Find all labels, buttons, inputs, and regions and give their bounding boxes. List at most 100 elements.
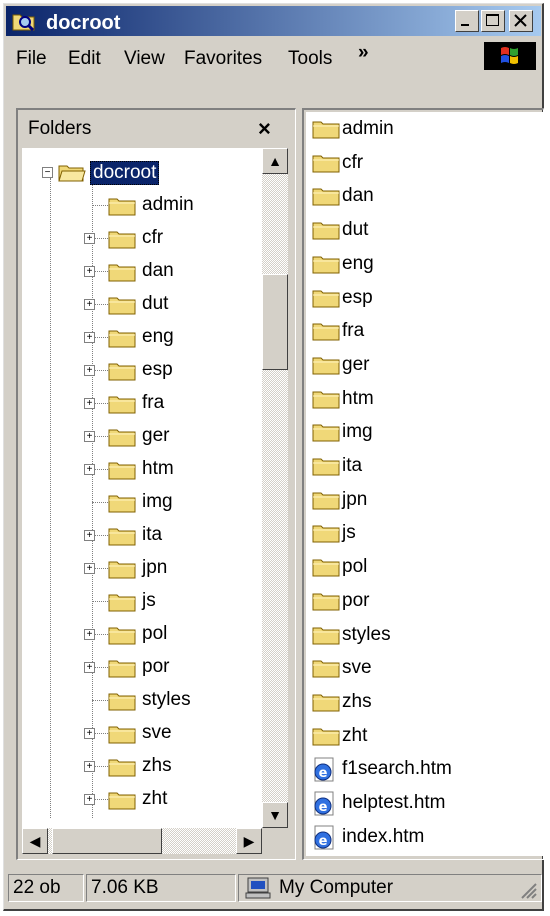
list-item-label: fra xyxy=(342,320,365,342)
folder-icon xyxy=(108,689,136,711)
windows-logo-icon xyxy=(484,42,536,70)
svg-text:e: e xyxy=(319,834,328,849)
folder-icon xyxy=(312,117,340,139)
svg-text:e: e xyxy=(319,800,328,815)
folder-icon xyxy=(312,286,340,308)
folder-icon xyxy=(312,656,340,678)
folder-icon xyxy=(108,293,136,315)
tree-item-pol[interactable]: pol xyxy=(142,623,167,645)
tree-item-js[interactable]: js xyxy=(142,590,156,612)
folder-icon xyxy=(108,557,136,579)
folder-icon xyxy=(108,194,136,216)
tree-item-htm[interactable]: htm xyxy=(142,458,174,480)
folder-icon xyxy=(108,590,136,612)
status-object-count: 22 ob xyxy=(8,874,84,902)
list-item-label: pol xyxy=(342,556,368,578)
tree-item-img[interactable]: img xyxy=(142,491,173,513)
expand-toggle[interactable]: + xyxy=(84,530,95,541)
list-item-label: cfr xyxy=(342,151,364,173)
scroll-right-icon[interactable]: ▶ xyxy=(236,828,262,854)
expand-toggle[interactable]: + xyxy=(84,299,95,310)
expand-toggle[interactable]: + xyxy=(84,332,95,343)
title-bar[interactable]: docroot xyxy=(6,6,541,36)
expand-toggle[interactable]: + xyxy=(84,761,95,772)
close-folders-pane-icon[interactable]: × xyxy=(258,116,271,142)
expand-toggle[interactable]: + xyxy=(84,266,95,277)
tree-item-sve[interactable]: sve xyxy=(142,722,172,744)
tree-item-esp[interactable]: esp xyxy=(142,359,173,381)
status-zone: My Computer xyxy=(238,874,542,902)
list-item-label: ita xyxy=(342,455,363,476)
tree-item-styles[interactable]: styles xyxy=(142,689,191,711)
folder-icon xyxy=(312,623,340,645)
folder-icon xyxy=(312,488,340,510)
tree-item-zhs[interactable]: zhs xyxy=(142,755,172,777)
folder-icon xyxy=(312,151,340,173)
folder-icon xyxy=(312,521,340,543)
folder-tree: − docroot admin + cfr + dan + dut + eng + esp + fra +… xyxy=(22,148,262,828)
expand-toggle[interactable]: + xyxy=(84,728,95,739)
folder-icon xyxy=(108,788,136,810)
scroll-left-icon[interactable]: ◀ xyxy=(22,828,48,854)
tree-item-jpn[interactable]: jpn xyxy=(142,557,167,579)
tree-item-cfr[interactable]: cfr xyxy=(142,227,163,249)
menu-view[interactable]: View xyxy=(124,48,165,70)
list-item-label: zhs xyxy=(342,690,372,712)
contents-pane: admin cfr dan dut eng esp fra ger htm img ita jpn js… xyxy=(306,112,544,856)
resize-grip-icon[interactable] xyxy=(518,880,538,900)
window-title: docroot xyxy=(46,12,121,34)
expand-toggle[interactable]: + xyxy=(84,431,95,442)
list-item-label: esp xyxy=(342,286,373,308)
tree-item-zht[interactable]: zht xyxy=(142,788,167,810)
expand-toggle[interactable]: + xyxy=(84,464,95,475)
list-item-label: sve xyxy=(342,657,372,679)
tree-item-dut[interactable]: dut xyxy=(142,293,168,315)
tree-item-fra[interactable]: fra xyxy=(142,392,164,414)
expand-toggle[interactable]: + xyxy=(84,563,95,574)
html-document-icon: e xyxy=(312,757,340,782)
list-item-label: por xyxy=(342,589,370,611)
menu-file[interactable]: File xyxy=(16,48,47,70)
expand-toggle[interactable]: + xyxy=(84,629,95,640)
list-item-label: helptest.htm xyxy=(342,792,446,813)
tree-item-eng[interactable]: eng xyxy=(142,326,174,348)
search-folder-icon xyxy=(12,10,36,32)
folder-icon xyxy=(108,326,136,348)
list-item-label: index.htm xyxy=(342,825,425,847)
tree-item-dan[interactable]: dan xyxy=(142,260,174,282)
expand-toggle[interactable]: + xyxy=(84,398,95,409)
menu-favorites[interactable]: Favorites xyxy=(184,48,262,70)
folder-icon xyxy=(108,491,136,513)
folder-icon xyxy=(108,458,136,480)
folder-icon xyxy=(108,755,136,777)
minimize-button[interactable] xyxy=(455,10,479,32)
menu-edit[interactable]: Edit xyxy=(68,48,101,70)
list-item-label: eng xyxy=(342,252,374,274)
expand-toggle[interactable]: + xyxy=(84,662,95,673)
horizontal-scroll-thumb[interactable] xyxy=(52,828,162,854)
tree-item-admin[interactable]: admin xyxy=(142,194,194,216)
maximize-button[interactable] xyxy=(481,10,505,32)
close-button[interactable] xyxy=(509,10,533,32)
scroll-thumb[interactable] xyxy=(262,274,288,370)
menu-chevron-icon[interactable]: » xyxy=(358,42,369,64)
menu-tools[interactable]: Tools xyxy=(288,48,332,70)
tree-item-por[interactable]: por xyxy=(142,656,169,678)
folder-tree-vertical-scrollbar[interactable]: ▲ ▼ xyxy=(262,148,288,828)
folder-icon xyxy=(108,260,136,282)
scroll-up-icon[interactable]: ▲ xyxy=(262,148,288,174)
menu-bar: File Edit View Favorites Tools » xyxy=(6,40,541,72)
collapse-toggle[interactable]: − xyxy=(42,167,53,178)
list-item-label: styles xyxy=(342,623,391,645)
scroll-down-icon[interactable]: ▼ xyxy=(262,802,288,828)
folder-icon xyxy=(108,425,136,447)
tree-item-ita[interactable]: ita xyxy=(142,524,162,546)
open-folder-icon xyxy=(58,161,86,183)
expand-toggle[interactable]: + xyxy=(84,233,95,244)
expand-toggle[interactable]: + xyxy=(84,365,95,376)
folder-tree-horizontal-scrollbar[interactable]: ◀ ▶ xyxy=(22,828,262,854)
list-item-label: img xyxy=(342,421,373,443)
tree-item-docroot[interactable]: docroot xyxy=(90,161,160,185)
tree-item-ger[interactable]: ger xyxy=(142,425,169,447)
expand-toggle[interactable]: + xyxy=(84,794,95,805)
